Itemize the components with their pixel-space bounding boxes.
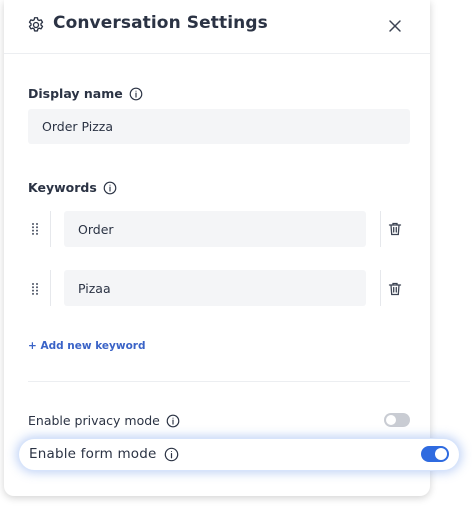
drag-handle-icon[interactable] (31, 222, 39, 236)
panel-header: Conversation Settings (4, 0, 430, 54)
keyword-input-2[interactable] (64, 270, 366, 306)
close-icon[interactable] (386, 17, 404, 35)
form-mode-toggle[interactable] (421, 446, 449, 462)
info-icon[interactable] (129, 87, 143, 101)
row-separator (50, 211, 51, 247)
keywords-label: Keywords (28, 180, 117, 195)
row-separator (380, 211, 381, 247)
page-title: Conversation Settings (53, 13, 268, 33)
conversation-settings-panel: Conversation Settings Display name Keywo… (4, 0, 430, 496)
add-keyword-link[interactable]: + Add new keyword (28, 340, 146, 352)
privacy-mode-toggle[interactable] (384, 413, 410, 427)
display-name-input[interactable] (28, 109, 410, 144)
keyword-input-1[interactable] (64, 211, 366, 247)
drag-handle-icon[interactable] (31, 282, 39, 296)
toggle-knob (386, 415, 396, 425)
privacy-mode-label-text: Enable privacy mode (28, 413, 160, 428)
keywords-label-text: Keywords (28, 180, 97, 195)
section-divider (28, 381, 410, 382)
info-icon[interactable] (166, 414, 180, 428)
row-separator (50, 270, 51, 306)
info-icon[interactable] (103, 181, 117, 195)
display-name-label: Display name (28, 86, 143, 101)
trash-icon[interactable] (387, 221, 403, 237)
gear-icon (28, 17, 44, 32)
row-separator (380, 270, 381, 306)
info-icon[interactable] (164, 447, 179, 462)
form-mode-row: Enable form mode (19, 439, 459, 470)
privacy-mode-label: Enable privacy mode (28, 413, 180, 428)
display-name-label-text: Display name (28, 86, 123, 101)
trash-icon[interactable] (387, 281, 403, 297)
toggle-knob (435, 448, 447, 460)
form-mode-label: Enable form mode (29, 446, 179, 462)
form-mode-label-text: Enable form mode (29, 446, 157, 462)
